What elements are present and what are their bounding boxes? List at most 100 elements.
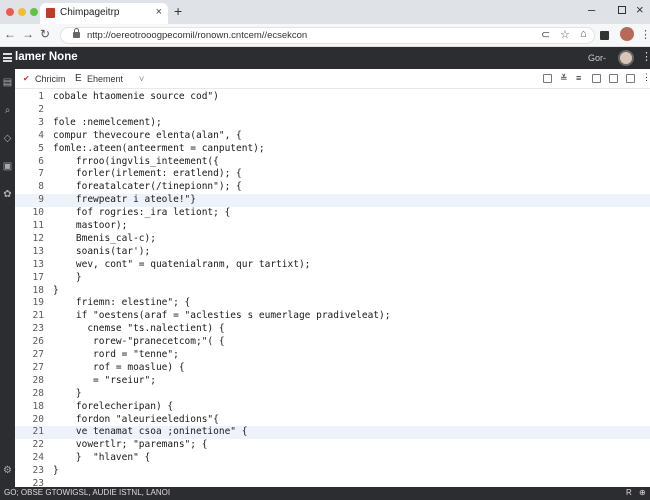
code-text[interactable]: frewpeatr i ateole!"} [53,194,196,205]
compare-icon[interactable]: ≚ [560,73,569,83]
code-text[interactable]: } "hlaven" { [53,452,150,463]
code-editor[interactable]: 1 cobale htaomenie source cod") 2 3 fole :ne… [15,89,650,489]
code-text[interactable]: = "rseiur"; [53,375,156,386]
code-text[interactable]: } [53,465,59,476]
code-line[interactable]: 20 fordon "aleurieeledions"{ [15,414,650,427]
code-line[interactable]: 6 frroo(ingvlis_inteement({ [15,156,650,169]
code-line[interactable]: 8 foreatalcater(/tinepionn"); { [15,181,650,194]
more-actions-icon[interactable]: ⋮ [642,72,650,82]
code-line[interactable]: 2 [15,104,650,117]
chevron-down-icon[interactable]: ˅ [139,74,144,84]
new-tab-icon[interactable]: + [174,3,182,19]
code-text[interactable]: forler(irlement: eratlend); { [53,168,242,179]
browser-tab[interactable]: Chimpageitrp × [40,3,168,24]
browser-menu-icon[interactable]: ⋮ [640,28,650,41]
code-line[interactable]: 18} [15,285,650,298]
code-line[interactable]: 23} [15,465,650,478]
breadcrumb-item[interactable]: E [75,73,82,84]
code-text[interactable]: mastoor); [53,220,127,231]
code-line[interactable]: 7 forler(irlement: eratlend); { [15,168,650,181]
code-line[interactable]: 5 fomle:.ateen(anteerment = canputent); [15,143,650,156]
files-icon[interactable]: ▤ [2,77,13,88]
window-zoom-dot[interactable] [30,8,38,16]
code-text[interactable]: frroo(ingvlis_inteement({ [53,156,219,167]
code-text[interactable]: cnemse "ts.nalectient) { [53,323,224,334]
notifications-icon[interactable]: ⊕ [639,488,646,497]
code-text[interactable]: rord = "tenne"; [53,349,179,360]
save-icon[interactable] [592,74,601,83]
window-minimize-dot[interactable] [18,8,26,16]
code-line[interactable]: 13 wev, cont" = quatenialranm, qur tarti… [15,259,650,272]
code-line[interactable]: 4 compur thevecoure elenta(alan", { [15,130,650,143]
search-icon[interactable]: ⌕ [2,105,13,116]
code-line[interactable]: 21 ve tenamat csoa ;oninetione" { [15,426,650,440]
reload-icon[interactable]: ↻ [40,27,50,41]
code-line[interactable]: 12 Bmenis_cal-c); [15,233,650,246]
close-tab-icon[interactable]: × [156,6,162,18]
code-text[interactable]: fomle:.ateen(anteerment = canputent); [53,143,265,154]
code-text[interactable]: } [53,285,59,296]
breadcrumb-item[interactable]: Ehement [87,74,123,84]
code-line[interactable]: 22 vowertlr; "paremans"; { [15,439,650,452]
layout-icon[interactable] [609,74,618,83]
user-label[interactable]: Gor- [588,53,606,63]
code-line[interactable]: 28 = "rseiur"; [15,375,650,388]
code-text[interactable]: rof = moaslue) { [53,362,185,373]
menu-icon[interactable] [3,53,12,62]
address-bar[interactable]: nttp://oereotrooogpecomil/ronown.cntcem/… [60,27,595,44]
code-text[interactable]: cobale htaomenie source cod") [53,91,219,102]
code-line[interactable]: 9 frewpeatr i ateole!"} [15,194,650,208]
extension-icon[interactable] [600,31,609,40]
more-icon[interactable]: ⋮ [641,50,650,63]
code-text[interactable]: } [53,388,82,399]
sort-icon[interactable]: ≡ [576,73,585,83]
debug-icon[interactable]: ▣ [2,161,13,172]
code-line[interactable]: 27 rof = moaslue) { [15,362,650,375]
code-text[interactable]: forelecheripan) { [53,401,173,412]
code-text[interactable]: fof rogries:_ira letiont; { [53,207,230,218]
code-line[interactable]: 24 } "hlaven" { [15,452,650,465]
code-line[interactable]: 10 fof rogries:_ira letiont; { [15,207,650,220]
code-text[interactable]: rorew-"pranecetcom;"( { [53,336,225,347]
split-editor-icon[interactable] [543,74,552,83]
code-line[interactable]: 1 cobale htaomenie source cod") [15,91,650,104]
back-icon[interactable]: ← [4,27,16,41]
code-line[interactable]: 27 rord = "tenne"; [15,349,650,362]
home-icon[interactable]: ⌂ [580,28,587,40]
profile-avatar[interactable] [620,27,634,41]
code-line[interactable]: 17 } [15,272,650,285]
code-text[interactable]: fordon "aleurieeledions"{ [53,414,219,425]
code-line[interactable]: 11 mastoor); [15,220,650,233]
close-window-icon[interactable]: × [636,2,644,17]
code-line[interactable]: 23 cnemse "ts.nalectient) { [15,323,650,336]
code-text[interactable]: } [53,272,82,283]
code-text[interactable]: fole :nemelcement); [53,117,162,128]
avatar[interactable] [618,50,634,66]
code-text[interactable]: friemn: elestine"; { [53,297,190,308]
code-text[interactable]: if "oestens(araf = "aclesties s eumerlag… [53,310,391,321]
url-text[interactable]: nttp://oereotrooogpecomil/ronown.cntcem/… [87,30,307,41]
code-line[interactable]: 21 if "oestens(araf = "aclesties s eumer… [15,310,650,323]
code-text[interactable]: compur thevecoure elenta(alan", { [53,130,242,141]
code-text[interactable]: Bmenis_cal-c); [53,233,156,244]
maximize-icon[interactable] [618,6,626,14]
code-line[interactable]: 3 fole :nemelcement); [15,117,650,130]
code-line[interactable]: 26 rorew-"pranecetcom;"( { [15,336,650,349]
preview-icon[interactable] [626,74,635,83]
cast-icon[interactable]: ⊂ [541,28,550,41]
code-line[interactable]: 13 soanis(tar'); [15,246,650,259]
extensions-icon[interactable]: ✿ [2,189,13,200]
minimize-icon[interactable]: – [588,2,595,17]
bookmark-star-icon[interactable]: ☆ [560,28,570,41]
code-text[interactable]: soanis(tar'); [53,246,150,257]
code-text[interactable]: vowertlr; "paremans"; { [53,439,208,450]
code-text[interactable]: wev, cont" = quatenialranm, qur tartixt)… [53,259,311,270]
window-close-dot[interactable] [6,8,14,16]
source-control-icon[interactable]: ◇ [2,133,13,144]
breadcrumb-item[interactable]: Chricim [35,74,66,84]
forward-icon[interactable]: → [22,27,34,41]
code-line[interactable]: 28 } [15,388,650,401]
settings-gear-icon[interactable]: ⚙ [2,465,13,476]
code-text[interactable]: ve tenamat csoa ;oninetione" { [53,426,248,437]
code-text[interactable]: foreatalcater(/tinepionn"); { [53,181,242,192]
